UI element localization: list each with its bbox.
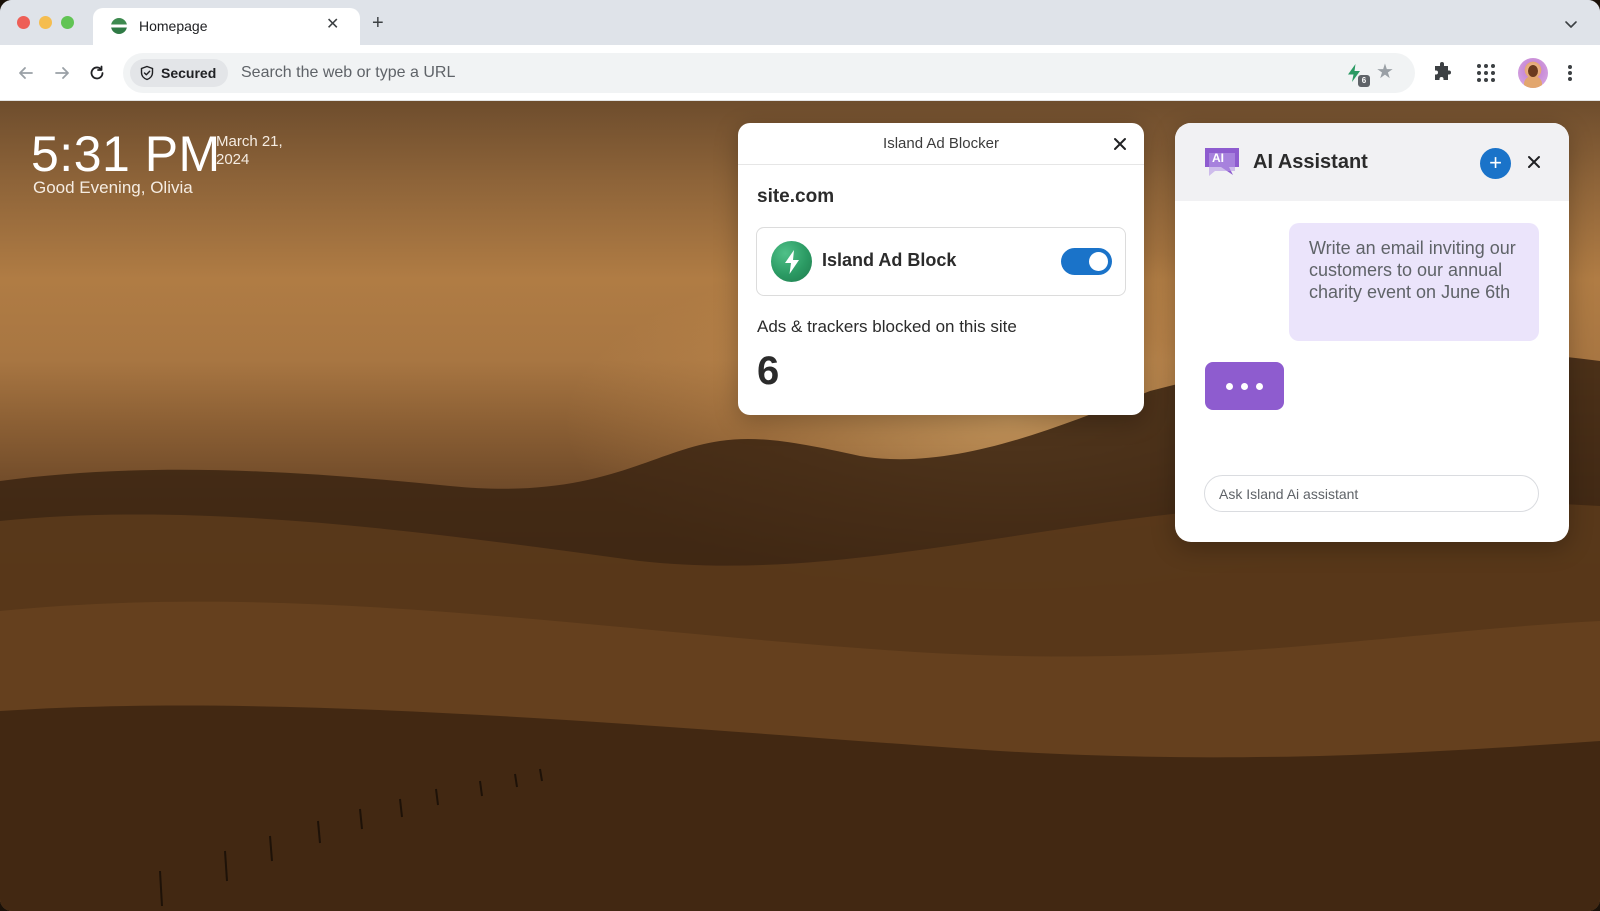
reload-icon[interactable] (86, 62, 108, 84)
user-message-bubble: Write an email inviting our customers to… (1289, 223, 1539, 341)
tab-list-chevron-down-icon[interactable] (1564, 17, 1578, 31)
typing-dot (1256, 383, 1263, 390)
ad-blocker-title: Island Ad Blocker (883, 135, 999, 152)
ad-block-toggle-card: Island Ad Block (756, 227, 1126, 296)
browser-window: Homepage ✕ + Secured Search the web or t… (0, 0, 1600, 911)
close-icon[interactable] (1112, 136, 1128, 152)
ad-blocker-header: Island Ad Blocker (738, 123, 1144, 165)
tab-close-icon[interactable]: ✕ (326, 16, 339, 34)
typing-indicator (1205, 362, 1284, 410)
extensions-puzzle-icon[interactable] (1430, 61, 1454, 85)
close-icon[interactable] (1526, 154, 1542, 170)
more-menu-icon[interactable] (1567, 62, 1573, 84)
ad-block-feature-name: Island Ad Block (822, 250, 957, 270)
tab-strip: Homepage ✕ + (0, 0, 1600, 45)
new-chat-plus-button[interactable]: + (1480, 148, 1511, 179)
ad-blocker-panel: Island Ad Blocker site.com Island Ad Blo… (738, 123, 1144, 415)
ai-logo-text: AI (1212, 151, 1224, 165)
ai-assistant-title: AI Assistant (1253, 151, 1368, 173)
typing-dot (1226, 383, 1233, 390)
blocked-stat-label: Ads & trackers blocked on this site (757, 317, 1017, 336)
ai-prompt-input[interactable] (1204, 475, 1539, 512)
profile-avatar[interactable] (1518, 58, 1548, 88)
clock-time: 5:31 PM (31, 126, 221, 182)
ai-chat-logo-icon: AI (1205, 148, 1239, 176)
tab-title: Homepage (139, 18, 208, 34)
shield-check-icon (140, 65, 154, 81)
tab-homepage[interactable]: Homepage ✕ (93, 8, 360, 45)
site-domain: site.com (757, 186, 835, 207)
ai-assistant-panel: AI AI Assistant + Write an email invitin… (1175, 123, 1569, 542)
bookmark-star-icon[interactable]: ★ (1376, 61, 1394, 83)
address-bar[interactable]: Secured Search the web or type a URL 6 ★ (123, 53, 1415, 93)
toggle-knob (1089, 252, 1108, 271)
url-placeholder[interactable]: Search the web or type a URL (241, 64, 455, 82)
new-tab-plus-icon[interactable]: + (372, 13, 384, 33)
toolbar: Secured Search the web or type a URL 6 ★ (0, 45, 1600, 101)
back-arrow-icon[interactable] (15, 62, 37, 84)
blocked-count-badge: 6 (1358, 75, 1370, 87)
window-minimize-button[interactable] (39, 16, 52, 29)
window-close-button[interactable] (17, 16, 30, 29)
security-label: Secured (161, 65, 217, 81)
island-ad-block-logo-icon (771, 241, 812, 282)
apps-grid-icon[interactable] (1474, 61, 1498, 85)
ai-assistant-header: AI AI Assistant + (1175, 123, 1569, 201)
clock-date: March 21, 2024 (216, 133, 283, 168)
typing-dot (1241, 383, 1248, 390)
window-zoom-button[interactable] (61, 16, 74, 29)
security-chip[interactable]: Secured (130, 59, 229, 87)
forward-arrow-icon[interactable] (51, 62, 73, 84)
blocked-count: 6 (757, 349, 780, 393)
greeting-text: Good Evening, Olivia (33, 178, 193, 197)
ad-block-toggle[interactable] (1061, 248, 1112, 275)
island-favicon-icon (111, 18, 127, 34)
